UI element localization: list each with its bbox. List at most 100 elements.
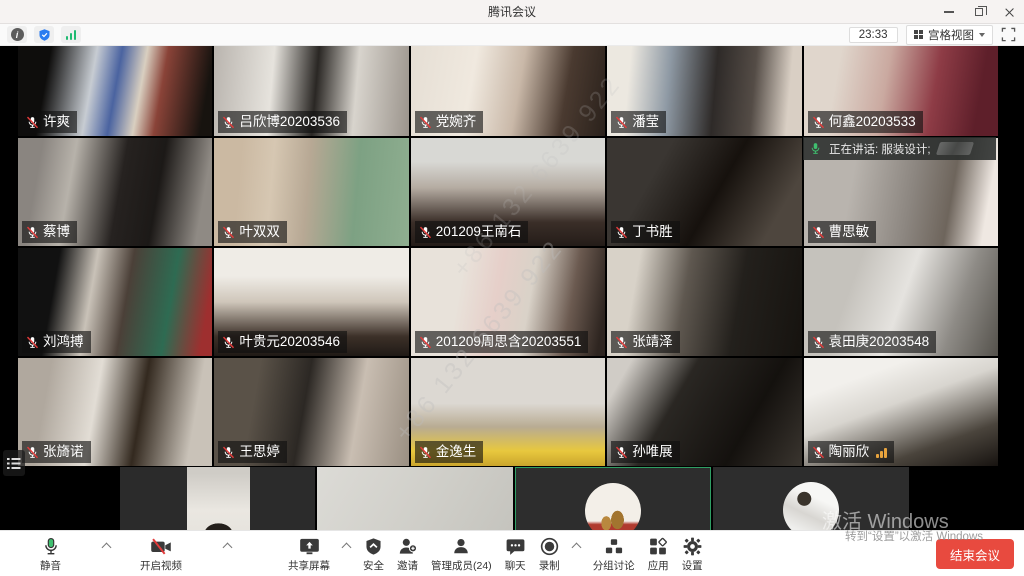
video-tile[interactable]: 许爽 [18, 46, 212, 136]
invite-label: 邀请 [397, 558, 418, 573]
participant-name: 蔡博 [43, 222, 70, 242]
mic-muted-icon [222, 446, 235, 459]
mic-muted-icon [615, 446, 628, 459]
invite-button[interactable]: 邀请 [397, 536, 418, 573]
meeting-info-button[interactable]: i [7, 26, 27, 43]
meeting-security-button[interactable] [34, 26, 54, 43]
participant-name: 201209周思含20203551 [436, 332, 582, 352]
video-tile[interactable]: 张旖诺 [18, 358, 212, 466]
meeting-topbar: i 23:33 宫格视图 [0, 24, 1024, 46]
restore-icon [975, 8, 983, 16]
manage-members-button[interactable]: 管理成员(24) [431, 536, 492, 573]
meeting-timer: 23:33 [849, 27, 898, 43]
share-options-chevron[interactable] [342, 543, 352, 553]
window-title: 腾讯会议 [488, 3, 536, 20]
mic-muted-icon [812, 336, 825, 349]
video-tile[interactable]: 王思婷 [214, 358, 408, 466]
mic-muted-icon [26, 116, 39, 129]
video-tile[interactable]: 张靖泽 [607, 248, 801, 356]
mic-muted-icon [615, 226, 628, 239]
video-tile[interactable]: 何鑫20203533 [804, 46, 998, 136]
video-tile[interactable]: 陶丽欣 [804, 358, 998, 466]
view-mode-selector[interactable]: 宫格视图 [906, 25, 994, 45]
participant-name: 王思婷 [239, 442, 280, 462]
settings-button[interactable]: 设置 [682, 536, 703, 573]
security-label: 安全 [363, 558, 384, 573]
video-tile[interactable]: 丁书胜 [607, 138, 801, 246]
video-tile[interactable]: 党婉齐 [411, 46, 605, 136]
video-tile[interactable]: 袁田庚20203548 [804, 248, 998, 356]
chat-bubble-icon [506, 536, 525, 556]
mic-muted-icon [615, 336, 628, 349]
video-tile[interactable]: 刘鸿搏 [18, 248, 212, 356]
chat-label: 聊天 [505, 558, 526, 573]
video-tile[interactable]: 潘莹 [607, 46, 801, 136]
fullscreen-button[interactable] [1001, 27, 1016, 42]
participant-name: 党婉齐 [436, 112, 477, 132]
chat-button[interactable]: 聊天 [505, 536, 526, 573]
mic-muted-icon [419, 116, 432, 129]
camera-off-icon [150, 536, 172, 556]
meeting-window: 腾讯会议 i 23:33 宫格视图 [0, 0, 1024, 576]
grid-view-icon [914, 30, 924, 40]
participant-name: 陶丽欣 [829, 442, 870, 462]
video-tile[interactable]: 叶贵元20203546 [214, 248, 408, 356]
mic-muted-icon [222, 336, 235, 349]
breakout-rooms-label: 分组讨论 [593, 558, 635, 573]
mic-muted-icon [419, 226, 432, 239]
record-button[interactable]: 录制 [539, 536, 560, 573]
video-grid: 许爽 吕欣博20203536 党婉齐 潘莹 何鑫20203533 蔡博 叶双双 … [18, 46, 998, 466]
invite-person-icon [398, 536, 417, 556]
video-tile[interactable]: 蔡博 [18, 138, 212, 246]
apps-grid-icon [649, 536, 667, 556]
record-options-chevron[interactable] [571, 543, 581, 553]
participant-name: 金逸生 [436, 442, 477, 462]
mic-muted-icon [615, 116, 628, 129]
mute-label: 静音 [40, 558, 61, 573]
mic-muted-icon [812, 116, 825, 129]
video-tile[interactable]: 201209周思含20203551 [411, 248, 605, 356]
close-button[interactable] [994, 0, 1024, 24]
participant-name: 曹思敏 [829, 222, 870, 242]
breakout-rooms-button[interactable]: 分组讨论 [593, 536, 635, 573]
security-button[interactable]: 安全 [363, 536, 384, 573]
mic-muted-icon [419, 446, 432, 459]
info-icon: i [11, 28, 24, 41]
start-video-label: 开启视频 [140, 558, 182, 573]
participant-name: 张旖诺 [43, 442, 84, 462]
participant-name: 201209王南石 [436, 222, 522, 242]
participant-name: 刘鸿搏 [43, 332, 84, 352]
mic-options-chevron[interactable] [102, 543, 112, 553]
participant-name: 何鑫20203533 [829, 112, 916, 132]
start-video-button[interactable]: 开启视频 [140, 536, 182, 573]
minimize-button[interactable] [934, 0, 964, 24]
video-tile[interactable]: 孙唯展 [607, 358, 801, 466]
manage-members-label: 管理成员(24) [431, 558, 492, 573]
video-tile[interactable]: 叶双双 [214, 138, 408, 246]
mic-muted-icon [222, 226, 235, 239]
video-options-chevron[interactable] [223, 543, 233, 553]
settings-gear-icon [683, 536, 702, 556]
share-screen-icon [299, 536, 320, 556]
mic-muted-icon [812, 446, 825, 459]
mic-muted-icon [26, 336, 39, 349]
restore-button[interactable] [964, 0, 994, 24]
video-grid-stage: 许爽 吕欣博20203536 党婉齐 潘莹 何鑫20203533 蔡博 叶双双 … [0, 46, 1024, 576]
end-meeting-button[interactable]: 结束会议 [936, 539, 1014, 569]
close-icon [1004, 7, 1014, 17]
microphone-icon [42, 536, 60, 556]
settings-label: 设置 [682, 558, 703, 573]
minimize-icon [944, 11, 954, 13]
video-tile[interactable]: 201209王南石 [411, 138, 605, 246]
network-status-button[interactable] [61, 26, 81, 43]
share-screen-button[interactable]: 共享屏幕 [288, 536, 330, 573]
members-person-icon [452, 536, 470, 556]
video-tile[interactable]: 金逸生 [411, 358, 605, 466]
mic-muted-icon [419, 336, 432, 349]
mic-muted-icon [812, 226, 825, 239]
apps-button[interactable]: 应用 [648, 536, 669, 573]
breakout-squares-icon [605, 536, 623, 556]
video-tile[interactable]: 吕欣博20203536 [214, 46, 408, 136]
mute-button[interactable]: 静音 [40, 536, 61, 573]
member-list-toggle[interactable] [3, 450, 25, 476]
